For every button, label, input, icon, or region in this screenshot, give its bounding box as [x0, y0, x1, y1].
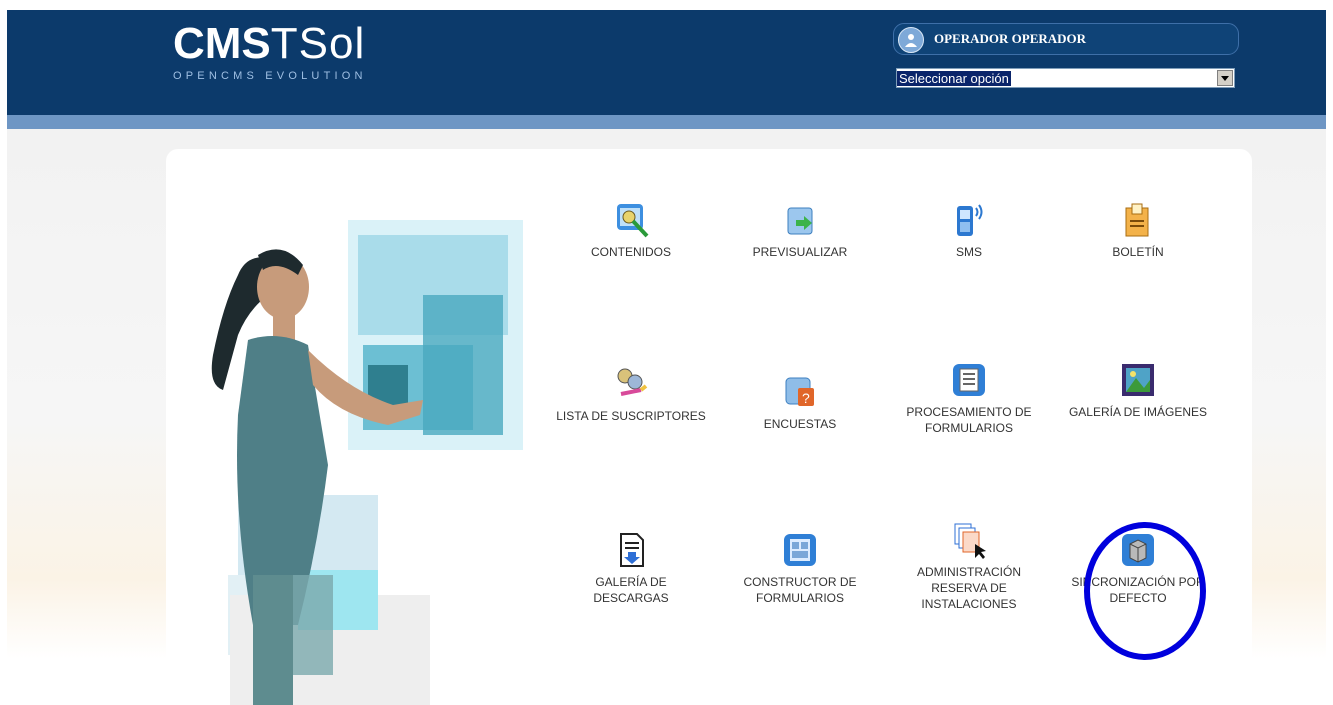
menu-label: SMS [955, 245, 982, 259]
svg-text:?: ? [802, 390, 810, 406]
menu-item-administracion-reserva-de-instalaciones[interactable]: ADMINISTRACIÓN RESERVA DE INSTALACIONES [894, 520, 1044, 612]
menu-item-galeria-de-descargas[interactable]: GALERÍA DE DESCARGAS [556, 530, 706, 606]
menu-item-galeria-de-imagenes[interactable]: GALERÍA DE IMÁGENES [1063, 360, 1213, 420]
form-builder-icon [784, 534, 816, 566]
menu-item-lista-de-suscriptores[interactable]: LISTA DE SUSCRIPTORES [556, 364, 706, 424]
newsletter-icon [1125, 203, 1149, 237]
subscribers-icon [617, 368, 648, 396]
contents-icon [617, 204, 649, 238]
highlight-circle [1084, 522, 1206, 660]
form-processing-icon [953, 364, 985, 396]
menu-item-boletin[interactable]: BOLETÍN [1063, 200, 1213, 260]
menu-label: LISTA DE SUSCRIPTORES [556, 409, 706, 423]
user-icon [898, 27, 924, 53]
menu-label: GALERÍA DE IMÁGENES [1068, 405, 1208, 419]
logo-main-bold: CMS [173, 19, 271, 68]
option-select[interactable]: Seleccionar opción [896, 68, 1235, 88]
menu-item-sms[interactable]: SMS [894, 200, 1044, 260]
woman-touchscreen-illustration [211, 220, 523, 705]
menu-label: CONTENIDOS [590, 245, 671, 259]
menu-label: BOLETÍN [1112, 245, 1164, 259]
menu-label: GALERÍA DE DESCARGAS [593, 575, 669, 605]
menu-item-previsualizar[interactable]: PREVISUALIZAR [725, 200, 875, 260]
download-gallery-icon [620, 533, 644, 567]
menu-label: PREVISUALIZAR [752, 245, 848, 259]
sms-phone-icon [957, 204, 983, 236]
menu-item-procesamiento-de-formularios[interactable]: PROCESAMIENTO DE FORMULARIOS [894, 360, 1044, 436]
menu-label: PROCESAMIENTO DE FORMULARIOS [906, 405, 1032, 435]
menu-item-encuestas[interactable]: ? ENCUESTAS [725, 372, 875, 432]
menu-item-constructor-de-formularios[interactable]: CONSTRUCTOR DE FORMULARIOS [725, 530, 875, 606]
preview-icon [787, 207, 813, 235]
menu-label: CONSTRUCTOR DE FORMULARIOS [743, 575, 857, 605]
logo: CMSTSol OPENCMS EVOLUTION [173, 19, 367, 83]
menu-label: ENCUESTAS [763, 417, 837, 431]
logo-main-thin: TSol [270, 19, 366, 68]
user-box[interactable]: OPERADOR OPERADOR [893, 23, 1239, 55]
logo-subtitle: OPENCMS EVOLUTION [173, 70, 367, 82]
survey-icon: ? [785, 377, 814, 406]
header-bar [7, 115, 1326, 129]
image-gallery-icon [1122, 364, 1154, 396]
menu-label: ADMINISTRACIÓN RESERVA DE INSTALACIONES [916, 565, 1021, 611]
select-value: Seleccionar opción [897, 71, 1011, 86]
user-name: OPERADOR OPERADOR [934, 31, 1087, 46]
menu-item-contenidos[interactable]: CONTENIDOS [556, 200, 706, 260]
chevron-down-icon[interactable] [1217, 70, 1233, 86]
booking-admin-icon [954, 523, 986, 559]
